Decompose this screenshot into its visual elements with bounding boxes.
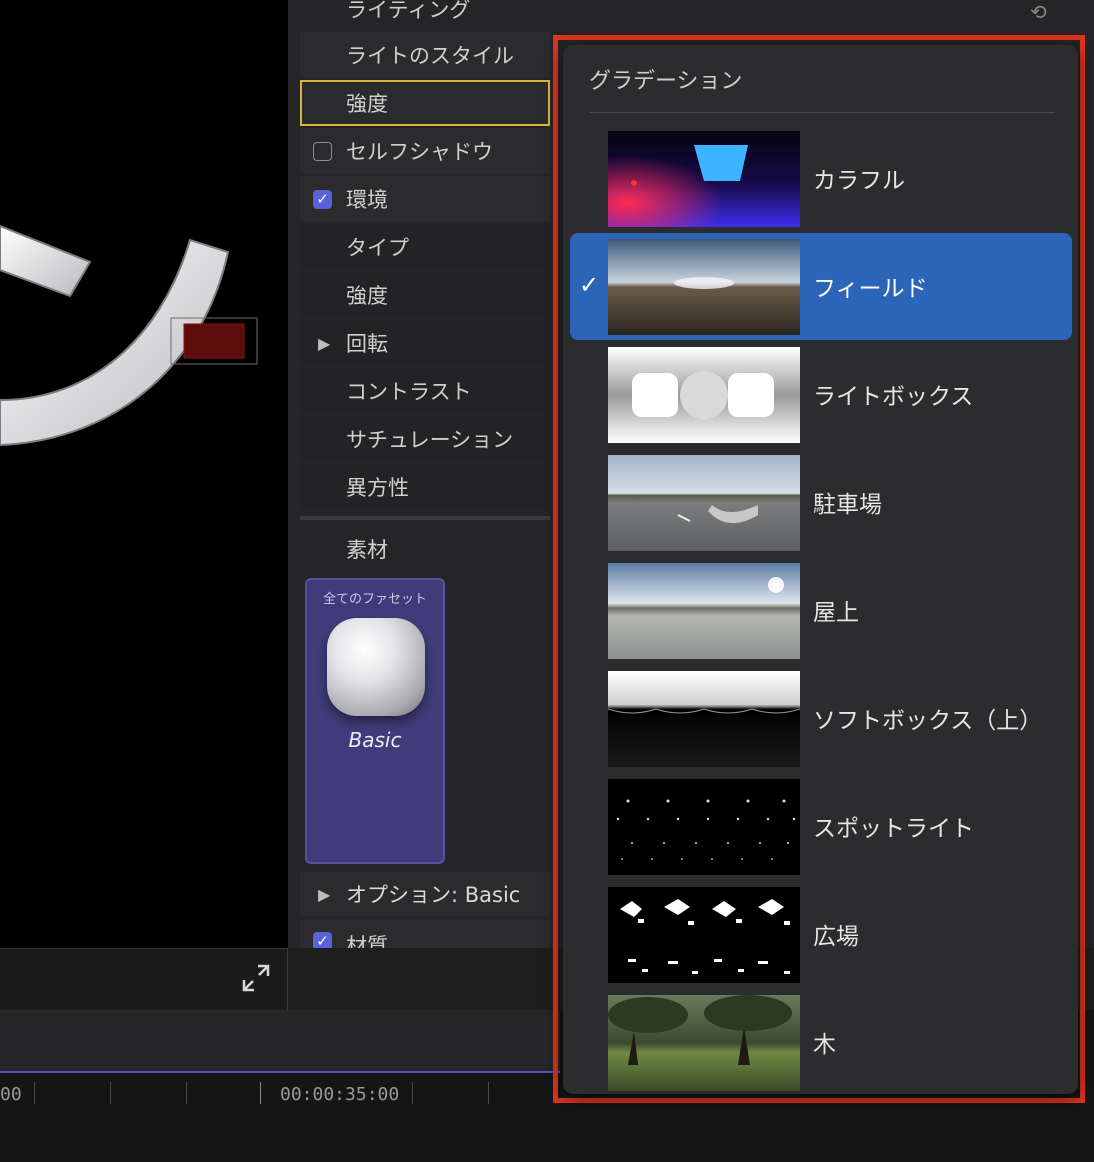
self-shadow-checkbox[interactable] — [313, 141, 332, 161]
menu-item-field[interactable]: ✓ フィールド — [570, 233, 1072, 340]
menu-header: グラデーション — [589, 69, 743, 94]
env-intensity-label: 強度 — [346, 284, 388, 308]
contrast-label: コントラスト — [346, 380, 472, 404]
row-saturation[interactable]: サチュレーション — [300, 416, 550, 462]
menu-item-lightbox[interactable]: ライトボックス — [570, 341, 1072, 448]
texture-checkbox[interactable]: ✓ — [313, 932, 332, 948]
menu-item-plaza[interactable]: 広場 — [570, 881, 1072, 988]
anisotropy-label: 異方性 — [346, 476, 409, 500]
section-title: ライティング — [346, 0, 471, 22]
tree-thumbnail — [608, 995, 800, 1091]
row-self-shadow[interactable]: セルフシャドウ — [300, 128, 550, 174]
type-label: タイプ — [346, 236, 409, 260]
menu-item-label: 駐車場 — [813, 492, 882, 518]
menu-item-spotlight[interactable]: スポットライト — [570, 773, 1072, 880]
environment-label: 環境 — [346, 188, 388, 212]
row-light-style[interactable]: ライトのスタイル — [300, 32, 550, 78]
colorful-thumbnail — [608, 131, 800, 227]
menu-item-label: ソフトボックス（上） — [813, 708, 1043, 734]
row-environment[interactable]: ✓ 環境 — [300, 176, 550, 222]
menu-item-label: ライトボックス — [813, 384, 974, 410]
environment-checkbox[interactable]: ✓ — [313, 189, 332, 209]
rotation-label: 回転 — [346, 332, 388, 356]
disclosure-triangle-icon[interactable]: ▶ — [318, 885, 330, 904]
reset-icon[interactable]: ⟲ — [1030, 0, 1047, 24]
3d-text-glyph — [0, 224, 92, 298]
fullscreen-icon[interactable] — [240, 962, 272, 994]
menu-item-colorful[interactable]: カラフル — [570, 125, 1072, 232]
menu-item-label: 屋上 — [813, 600, 859, 626]
row-material: 素材 — [300, 526, 550, 572]
material-label: 素材 — [346, 538, 388, 562]
lightbox-thumbnail — [608, 347, 800, 443]
row-texture[interactable]: ✓ 材質 — [300, 920, 550, 948]
checkmark-icon: ✓ — [579, 271, 600, 299]
menu-item-parking[interactable]: 駐車場 — [570, 449, 1072, 556]
material-preview — [327, 618, 425, 716]
timecode-left: 00 — [0, 1084, 22, 1105]
menu-item-softbox-top[interactable]: ソフトボックス（上） — [570, 665, 1072, 772]
row-contrast[interactable]: コントラスト — [300, 368, 550, 414]
row-env-intensity[interactable]: 強度 — [300, 272, 550, 318]
field-thumbnail — [608, 239, 800, 335]
menu-item-label: フィールド — [813, 276, 928, 302]
menu-item-tree[interactable]: 木 — [570, 989, 1072, 1094]
texture-label: 材質 — [346, 934, 388, 948]
material-card[interactable]: 全てのファセット Basic — [305, 578, 445, 864]
spotlight-thumbnail — [608, 779, 800, 875]
light-style-label: ライトのスタイル — [346, 44, 514, 68]
environment-type-menu[interactable]: グラデーション カラフル ✓ フィールド ライトボックス 駐車場 屋上 ソフトボ… — [563, 45, 1078, 1094]
options-label: オプション: Basic — [346, 883, 521, 907]
row-anisotropy[interactable]: 異方性 — [300, 464, 550, 510]
viewer-canvas — [0, 224, 258, 447]
timecode-mark: 00:00:35:00 — [280, 1084, 400, 1105]
menu-item-label: カラフル — [813, 168, 905, 194]
rooftop-thumbnail — [608, 563, 800, 659]
softbox-top-thumbnail — [608, 671, 800, 767]
parking-thumbnail — [608, 455, 800, 551]
material-name: Basic — [348, 728, 402, 752]
self-shadow-label: セルフシャドウ — [346, 140, 493, 164]
plaza-thumbnail — [608, 887, 800, 983]
intensity-label: 強度 — [346, 92, 388, 116]
facet-label: 全てのファセット — [322, 592, 427, 607]
menu-item-label: 木 — [813, 1032, 836, 1058]
saturation-label: サチュレーション — [346, 428, 514, 452]
disclosure-triangle-icon[interactable]: ▶ — [318, 334, 330, 353]
row-intensity[interactable]: 強度 — [300, 80, 550, 126]
row-rotation[interactable]: ▶ 回転 — [300, 320, 550, 366]
menu-item-label: スポットライト — [813, 816, 974, 842]
row-type[interactable]: タイプ — [300, 224, 550, 270]
menu-item-label: 広場 — [813, 924, 859, 950]
menu-item-rooftop[interactable]: 屋上 — [570, 557, 1072, 664]
video-viewer — [0, 0, 288, 948]
row-options[interactable]: ▶ オプション: Basic — [300, 872, 550, 916]
light-handle[interactable] — [183, 323, 245, 359]
timeline-ruler-track — [0, 1010, 560, 1072]
